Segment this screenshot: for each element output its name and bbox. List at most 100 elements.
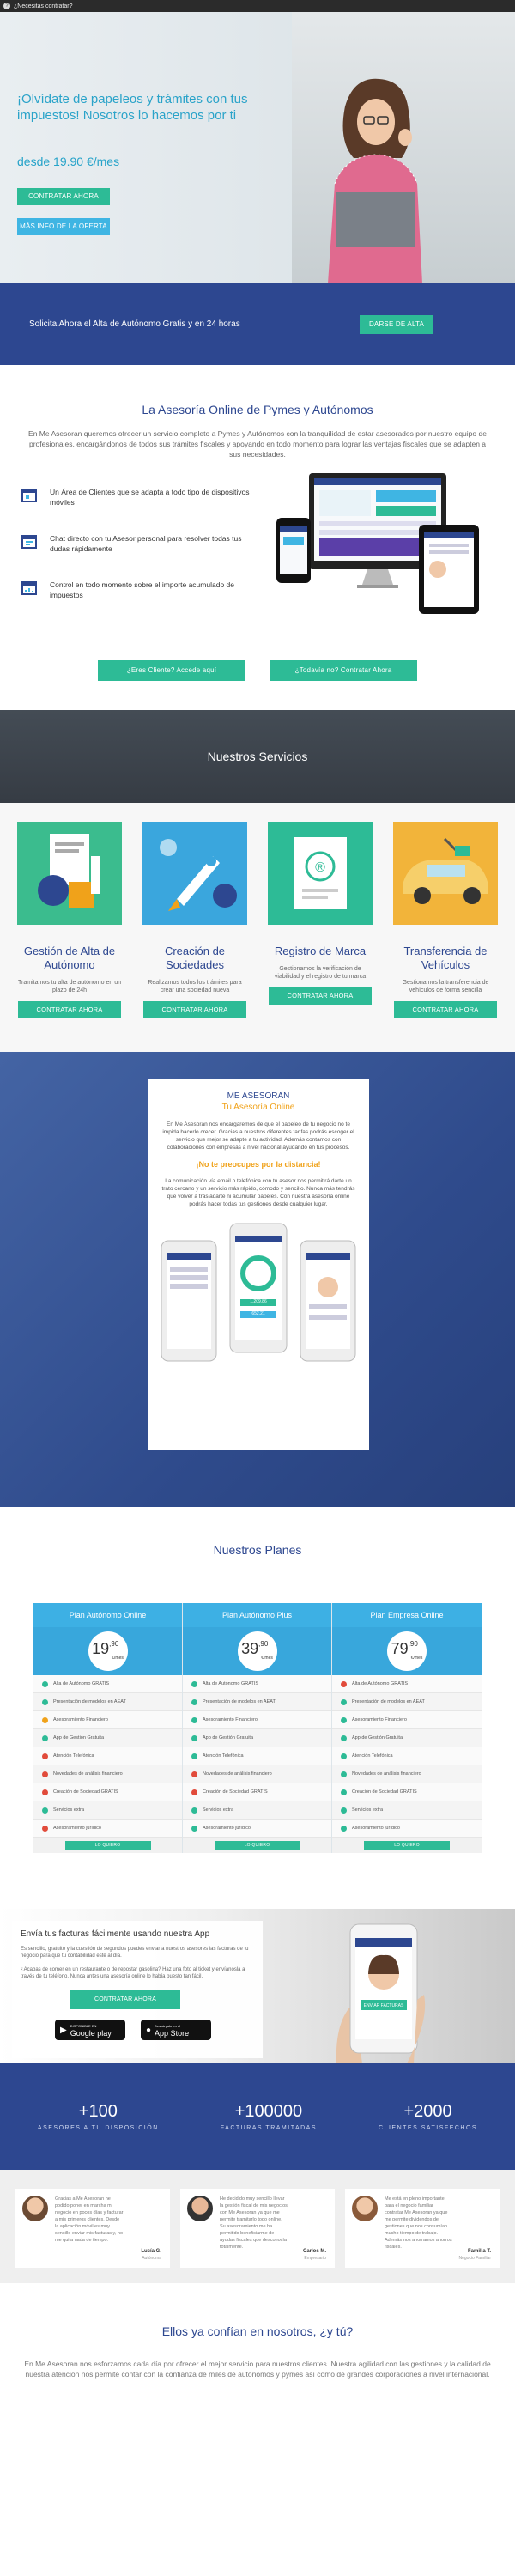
plan-select-button[interactable]: Lo quiero xyxy=(364,1840,450,1850)
plan-button-row: Lo quiero xyxy=(183,1838,331,1853)
plan-feature: Asesoramiento Financiero xyxy=(332,1711,482,1729)
plan-feature: Novedades de análisis financiero xyxy=(332,1765,482,1783)
testimonials-section: Gracias a Me Asesoran he podido poner en… xyxy=(0,2170,515,2283)
plan-feature-label: App de Gestión Gratuita xyxy=(352,1735,403,1741)
plan-feature: Creación de Sociedad GRATIS xyxy=(183,1783,331,1801)
planes-section: Nuestros Planes Plan Autónomo Online 19,9… xyxy=(0,1507,515,1909)
stat-number: +100 xyxy=(78,2102,118,2121)
plan-name: Plan Empresa Online xyxy=(332,1603,482,1627)
plan-feature: Alta de Autónomo GRATIS xyxy=(332,1675,482,1693)
plan-price-euros: 19 xyxy=(92,1640,110,1657)
stat-item: +100 Asesores a tu disposición xyxy=(38,2102,159,2131)
plan-feature-label: Creación de Sociedad GRATIS xyxy=(352,1789,417,1795)
plan-price-period: €/mes xyxy=(410,1656,423,1661)
stat-number: +100000 xyxy=(234,2102,303,2121)
plan-name: Plan Autónomo Online xyxy=(33,1603,182,1627)
app-section: ENVIAR FACTURAS Envía tus facturas fácil… xyxy=(0,1909,515,2063)
svg-text:®: ® xyxy=(315,860,325,875)
plan-select-button[interactable]: Lo quiero xyxy=(214,1840,300,1850)
rocket-image xyxy=(142,822,247,925)
app-paragraph-1: Es sencillo, gratuito y la cuestión de s… xyxy=(21,1947,249,1959)
phone-in-hand-image: ENVIAR FACTURAS xyxy=(336,1923,426,2063)
plan-feature-label: Asesoramiento jurídico xyxy=(352,1826,400,1831)
service-title: Registro de Marca xyxy=(274,945,367,957)
plan-price: 19,90 €/mes xyxy=(88,1631,128,1671)
apple-icon: ● xyxy=(146,2025,152,2035)
plan-feature-label: Presentación de modelos en AEAT xyxy=(53,1699,126,1704)
service-card: Transferencia de Vehículos Gestionamos l… xyxy=(393,822,498,1052)
brand-name: ME ASESORAN xyxy=(227,1091,290,1101)
plan-price-period: €/mes xyxy=(112,1656,124,1661)
app-phones-illustration: 1.209,86 652,21 xyxy=(161,1223,356,1362)
feature-text: Chat directo con tu Asesor personal para… xyxy=(50,534,242,553)
service-desc: Tramitamos tu alta de autónomo en un pla… xyxy=(18,980,121,993)
status-dot-icon xyxy=(191,1753,197,1759)
plan-price-cents: ,90 xyxy=(408,1640,418,1648)
app-store-badge[interactable]: ● Descárgalo en el App Store xyxy=(141,2020,211,2040)
status-dot-icon xyxy=(42,1680,48,1687)
plan-price-period: €/mes xyxy=(261,1656,273,1661)
plan-select-button[interactable]: Lo quiero xyxy=(64,1840,151,1850)
stats-section: +100 Asesores a tu disposición +100000 F… xyxy=(0,2063,515,2170)
signup-banner: Solicita Ahora el Alta de Autónomo Grati… xyxy=(0,283,515,365)
devices-mockup-image xyxy=(276,473,479,614)
plan-price: 39,90 €/mes xyxy=(237,1631,277,1671)
help-icon[interactable]: ? xyxy=(3,3,10,9)
plan-button-row: Lo quiero xyxy=(332,1838,482,1853)
service-button[interactable]: Contratar ahora xyxy=(18,1001,121,1018)
plan-price-band: 39,90 €/mes xyxy=(183,1627,331,1675)
app-value-1: 1.209,86 xyxy=(250,1299,267,1304)
testimonial-role: Autónoma xyxy=(142,2256,161,2261)
stat-number: +2000 xyxy=(403,2102,452,2121)
signup-button[interactable]: Darse de alta xyxy=(360,314,433,334)
plan-feature-label: Servicios extra xyxy=(203,1807,234,1813)
plan-feature: Alta de Autónomo GRATIS xyxy=(183,1675,331,1693)
service-button[interactable]: Contratar ahora xyxy=(394,1001,497,1018)
hero-contratar-button[interactable]: Contratar ahora xyxy=(17,188,110,205)
service-desc: Gestionamos la verificación de viabilida… xyxy=(274,966,367,980)
plan-feature: Asesoramiento Financiero xyxy=(183,1711,331,1729)
asesoria-intro: En Me Asesoran queremos ofrecer un servi… xyxy=(28,429,487,459)
servicios-title: Nuestros Servicios xyxy=(207,750,308,763)
service-button[interactable]: Contratar ahora xyxy=(143,1001,246,1018)
google-play-badge[interactable]: ▶ DISPONIBLE EN Google play xyxy=(55,2020,125,2040)
plan-feature: Asesoramiento Financiero xyxy=(33,1711,182,1729)
plan-feature: Creación de Sociedad GRATIS xyxy=(332,1783,482,1801)
service-button[interactable]: Contratar ahora xyxy=(269,987,372,1005)
servicios-header: Nuestros Servicios xyxy=(0,710,515,803)
status-dot-icon xyxy=(341,1807,347,1814)
client-login-button[interactable]: ¿Eres Cliente? Accede aquí xyxy=(98,660,245,681)
testimonial-card: He decidido muy sencillo llevar la gesti… xyxy=(180,2189,335,2268)
status-dot-icon xyxy=(191,1771,197,1777)
testimonial-name: Lucía G. xyxy=(141,2249,161,2254)
status-dot-icon xyxy=(341,1789,347,1795)
app-info-box: Envía tus facturas fácilmente usando nue… xyxy=(12,1921,263,2058)
confian-title: Ellos ya confían en nosotros, ¿y tú? xyxy=(161,2324,354,2338)
app-title: Envía tus facturas fácilmente usando nue… xyxy=(21,1929,210,1939)
asesoria-section: La Asesoría Online de Pymes y Autónomos … xyxy=(0,365,515,681)
app-contratar-button[interactable]: Contratar ahora xyxy=(70,1990,180,2009)
plan-price-cents: ,90 xyxy=(109,1640,119,1648)
plan-feature-label: App de Gestión Gratuita xyxy=(203,1735,254,1741)
contract-now-button[interactable]: ¿Todavía no? Contratar Ahora xyxy=(270,660,417,681)
plan-feature: Atención Telefónica xyxy=(332,1747,482,1765)
google-play-label: Google play xyxy=(70,2029,112,2038)
feature-item: Control en todo momento sobre el importe… xyxy=(21,580,252,600)
plan-price-euros: 79 xyxy=(391,1640,409,1657)
top-bar-label[interactable]: ¿Necesitas contratar? xyxy=(14,3,72,9)
plan-price-band: 19,90 €/mes xyxy=(33,1627,182,1675)
status-dot-icon xyxy=(42,1735,48,1741)
plan-feature-label: Atención Telefónica xyxy=(203,1753,244,1759)
top-bar: ? ¿Necesitas contratar? xyxy=(0,0,515,12)
hero-info-button[interactable]: Más info de la oferta xyxy=(17,218,110,235)
testimonial-role: Negocio Familiar xyxy=(458,2256,491,2261)
service-desc: Realizamos todos los trámites para crear… xyxy=(148,980,242,993)
status-dot-icon xyxy=(191,1735,197,1741)
plan-feature: Alta de Autónomo GRATIS xyxy=(33,1675,182,1693)
plan-feature-label: App de Gestión Gratuita xyxy=(53,1735,105,1741)
app-paragraph-2: ¿Acabas de comer en un restaurante o de … xyxy=(21,1967,245,1979)
app-store-label: App Store xyxy=(154,2029,190,2038)
stat-label: Clientes satisfechos xyxy=(379,2125,478,2131)
measesoran-card: ME ASESORAN Tu Asesoría Online En Me Ase… xyxy=(148,1079,369,1450)
status-dot-icon xyxy=(341,1735,347,1741)
